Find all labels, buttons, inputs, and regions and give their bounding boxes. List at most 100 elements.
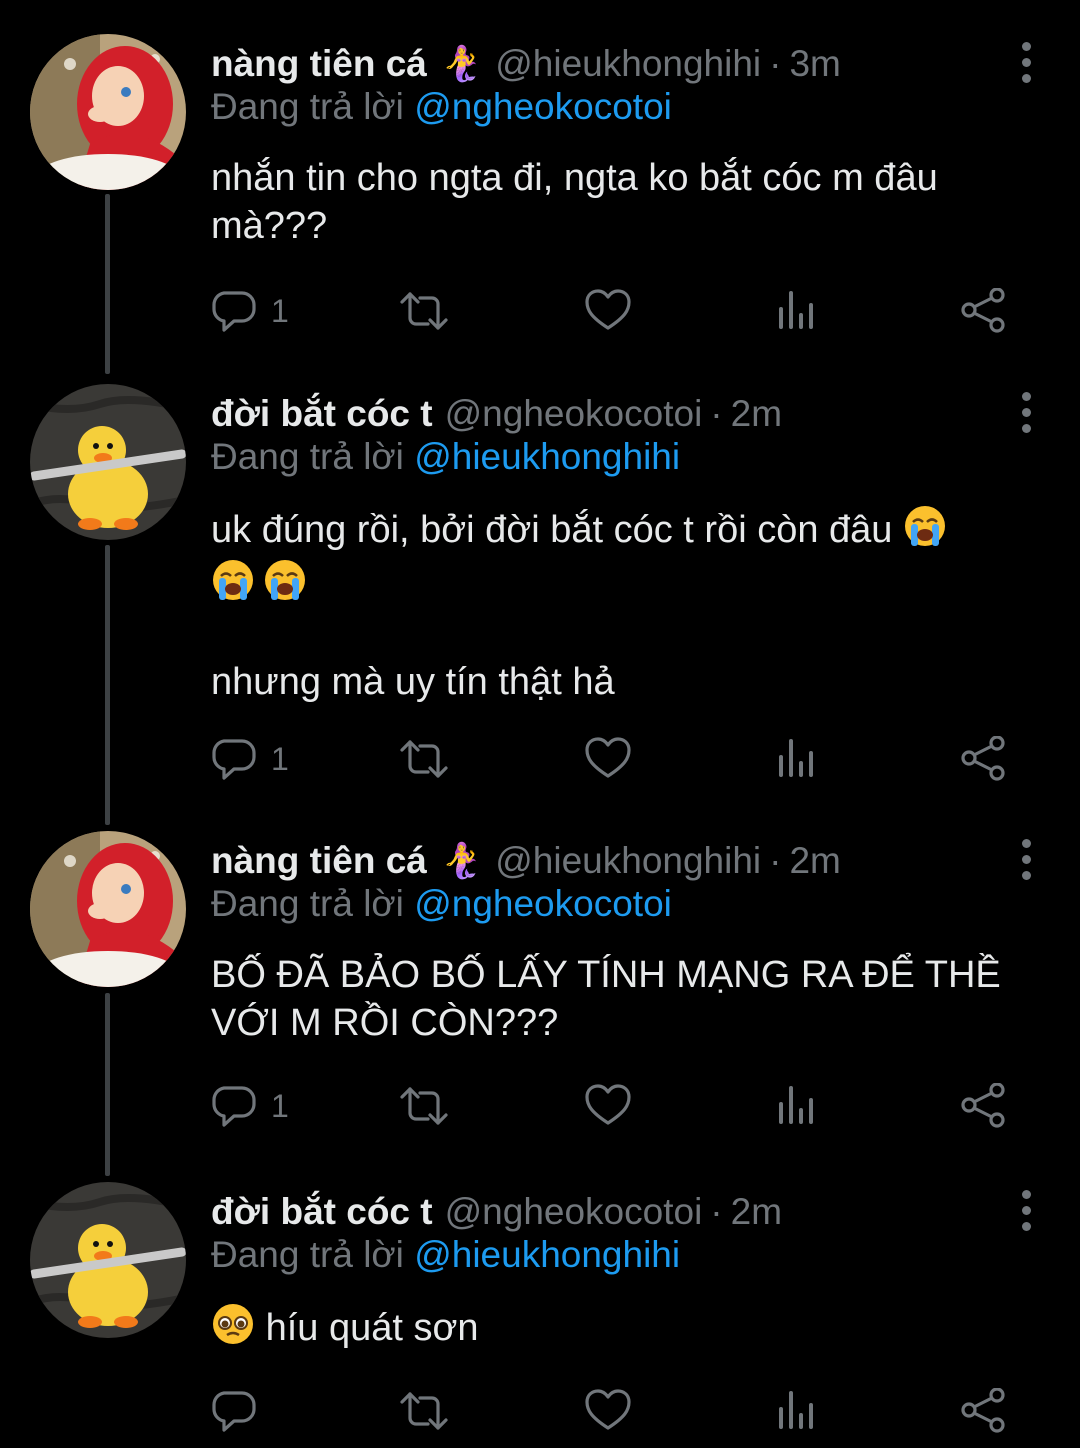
share-icon [961, 1388, 1005, 1433]
heart-icon [585, 1084, 631, 1125]
retweet-icon [400, 1392, 448, 1430]
share-icon [961, 288, 1005, 333]
more-options-icon[interactable] [1016, 839, 1036, 883]
views-button[interactable] [777, 1386, 817, 1436]
mermaid-emoji-icon: 🧜‍♀️ [440, 842, 484, 880]
reply-button[interactable] [211, 1386, 271, 1436]
heart-icon [585, 289, 631, 330]
views-button[interactable] [777, 734, 817, 784]
tweet-header: đời bắt cóc t @ngheokocotoi · 2m [211, 384, 782, 444]
heart-icon [585, 1389, 631, 1430]
like-button[interactable] [585, 286, 633, 336]
replying-to-handle[interactable]: @hieukhonghihi [414, 436, 680, 477]
user-handle[interactable]: @hieukhonghihi [495, 43, 761, 85]
loudly-crying-face-icon [903, 504, 947, 548]
separator-dot: · [710, 1191, 723, 1232]
views-icon [779, 1086, 813, 1124]
avatar[interactable] [30, 1182, 186, 1338]
reply-count: 1 [271, 292, 289, 329]
views-icon [779, 739, 813, 777]
tweet-text-line: mà??? [211, 205, 328, 247]
duck-avatar-image [30, 384, 186, 540]
more-options-icon[interactable] [1016, 392, 1036, 436]
user-handle[interactable]: @ngheokocotoi [445, 1191, 703, 1233]
avatar[interactable] [30, 34, 186, 190]
loudly-crying-face-icon [211, 558, 255, 602]
action-bar [211, 1386, 1011, 1446]
more-options-icon[interactable] [1016, 42, 1036, 86]
user-handle[interactable]: @hieukhonghihi [495, 840, 761, 882]
tweet-text-line: BỐ ĐÃ BẢO BỐ LẤY TÍNH MẠNG RA ĐỂ THỀ [211, 954, 1001, 996]
tweet-header: đời bắt cóc t @ngheokocotoi · 2m [211, 1182, 782, 1242]
retweet-button[interactable] [398, 1386, 450, 1436]
views-button[interactable] [777, 286, 817, 336]
action-bar: 1 [211, 286, 1011, 346]
pleading-face-icon [211, 1302, 255, 1346]
timestamp[interactable]: 3m [789, 43, 840, 85]
avatar[interactable] [30, 831, 186, 987]
share-button[interactable] [961, 734, 1007, 784]
retweet-button[interactable] [398, 734, 450, 784]
heart-icon [585, 737, 631, 778]
views-button[interactable] [777, 1081, 817, 1131]
thread-line [105, 993, 110, 1176]
timestamp[interactable]: 2m [731, 1191, 782, 1233]
display-name[interactable]: nàng tiên cá [211, 43, 427, 85]
retweet-button[interactable] [398, 286, 450, 336]
replying-to-label: Đang trả lời [211, 1234, 404, 1275]
like-button[interactable] [585, 1386, 633, 1436]
views-icon [779, 291, 813, 329]
reply-count: 1 [271, 1087, 289, 1124]
display-name[interactable]: đời bắt cóc t [211, 393, 433, 435]
retweet-button[interactable] [398, 1081, 450, 1131]
retweet-icon [400, 292, 448, 330]
retweet-icon [400, 1087, 448, 1125]
display-name[interactable]: nàng tiên cá [211, 840, 427, 882]
reply-button[interactable]: 1 [211, 286, 289, 336]
separator-dot: · [769, 840, 782, 881]
reply-count: 1 [271, 740, 289, 777]
display-name[interactable]: đời bắt cóc t [211, 1191, 433, 1233]
more-options-icon[interactable] [1016, 1190, 1036, 1234]
timestamp[interactable]: 2m [789, 840, 840, 882]
timestamp[interactable]: 2m [731, 393, 782, 435]
avatar[interactable] [30, 384, 186, 540]
thread-line [105, 545, 110, 825]
loudly-crying-face-icon [263, 558, 307, 602]
separator-dot: · [710, 393, 723, 434]
replying-to-handle[interactable]: @ngheokocotoi [414, 86, 672, 127]
like-button[interactable] [585, 1081, 633, 1131]
tweet-text-line: uk đúng rồi, bởi đời bắt cóc t rồi còn đ… [211, 509, 893, 551]
reply-button[interactable]: 1 [211, 1081, 289, 1131]
user-handle[interactable]: @ngheokocotoi [445, 393, 703, 435]
replying-to: Đang trả lời @hieukhonghihi [211, 436, 680, 478]
action-bar: 1 [211, 734, 1011, 794]
tweet-text-line: nhưng mà uy tín thật hả [211, 661, 615, 703]
replying-to-handle[interactable]: @ngheokocotoi [414, 883, 672, 924]
tweet-text-line: VỚI M RỒI CÒN??? [211, 1002, 559, 1044]
tweet-text: BỐ ĐÃ BẢO BỐ LẤY TÍNH MẠNG RA ĐỂ THỀ VỚI… [211, 951, 1041, 1047]
tweet-header: nàng tiên cá 🧜‍♀️ @hieukhonghihi · 3m [211, 34, 841, 94]
replying-to-label: Đang trả lời [211, 883, 404, 924]
views-icon [779, 1391, 813, 1429]
tweet-header: nàng tiên cá 🧜‍♀️ @hieukhonghihi · 2m [211, 831, 841, 891]
share-icon [961, 736, 1005, 781]
tweet-text: híu quát sơn [211, 1302, 1041, 1352]
replying-to-label: Đang trả lời [211, 436, 404, 477]
share-button[interactable] [961, 1081, 1007, 1131]
replying-to: Đang trả lời @ngheokocotoi [211, 86, 672, 128]
mermaid-emoji-icon: 🧜‍♀️ [440, 45, 484, 83]
reply-button[interactable]: 1 [211, 734, 289, 784]
reply-icon [212, 739, 256, 780]
share-icon [961, 1083, 1005, 1128]
replying-to: Đang trả lời @ngheokocotoi [211, 883, 672, 925]
share-button[interactable] [961, 1386, 1007, 1436]
replying-to-handle[interactable]: @hieukhonghihi [414, 1234, 680, 1275]
mermaid-avatar-image [30, 34, 186, 190]
thread-line [105, 194, 110, 374]
replying-to-label: Đang trả lời [211, 86, 404, 127]
like-button[interactable] [585, 734, 633, 784]
reply-icon [212, 1391, 256, 1432]
share-button[interactable] [961, 286, 1007, 336]
duck-avatar-image [30, 1182, 186, 1338]
